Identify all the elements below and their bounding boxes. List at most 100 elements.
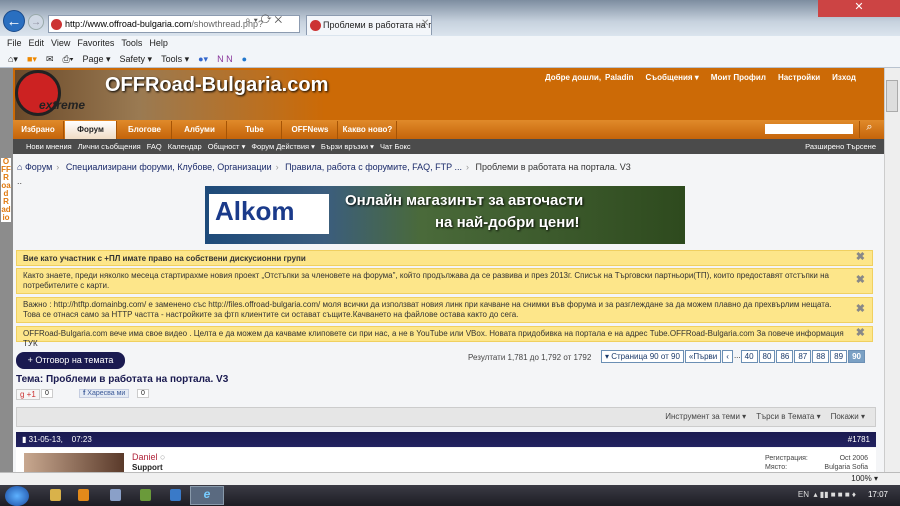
notice-text: OFFRoad-Bulgaria.com вече има свое видео… xyxy=(23,329,844,348)
page-link[interactable]: 89 xyxy=(830,350,848,363)
ad-banner[interactable]: Alkom Онлайн магазинът за авточасти на н… xyxy=(205,186,685,244)
system-tray[interactable]: EN ▴ ▮▮ ■ ■ ■ ♦ xyxy=(798,490,856,499)
sub-nav: Нови мнения Лични съобщения FAQ Календар Общ… xyxy=(13,139,884,154)
google-plus-button[interactable]: g +1 xyxy=(16,389,40,400)
private-messages-link[interactable]: Лични съобщения xyxy=(78,142,141,151)
prev-page-button[interactable]: ‹ xyxy=(722,350,733,363)
print-icon[interactable]: ⎙▾ xyxy=(62,54,73,64)
logo-subtext: extreme xyxy=(39,98,86,112)
user-avatar[interactable] xyxy=(24,453,124,472)
first-page-button[interactable]: «Първи xyxy=(684,350,722,363)
close-icon[interactable]: ✖ xyxy=(856,275,865,286)
close-icon[interactable]: ✖ xyxy=(856,252,865,263)
radio-label[interactable]: OFFRoadRadio xyxy=(1,158,11,222)
search-thread-menu[interactable]: Търси в Темата ▾ xyxy=(756,412,820,421)
messages-link[interactable]: Съобщения ▾ xyxy=(646,73,699,82)
username-link[interactable]: Paladin xyxy=(605,73,633,82)
rss-icon[interactable]: ■▾ xyxy=(27,54,37,64)
page-link[interactable]: 80 xyxy=(758,350,776,363)
safety-menu[interactable]: Safety ▾ xyxy=(120,54,153,64)
onenote-icon[interactable]: N N xyxy=(217,54,233,64)
zoom-level[interactable]: 100% xyxy=(851,474,871,483)
skype-icon[interactable]: ● xyxy=(242,54,247,64)
location-value: Bulgaria Sofia xyxy=(824,464,868,471)
mail-icon[interactable]: ✉ xyxy=(46,54,54,64)
new-posts-link[interactable]: Нови мнения xyxy=(26,142,72,151)
display-menu[interactable]: Покажи ▾ xyxy=(831,412,865,421)
settings-link[interactable]: Настройки xyxy=(778,73,820,82)
page-link[interactable]: 87 xyxy=(794,350,812,363)
logout-link[interactable]: Изход xyxy=(832,73,856,82)
app-icon[interactable] xyxy=(110,489,121,501)
media-player-icon[interactable] xyxy=(78,489,89,501)
menu-tools[interactable]: Tools xyxy=(121,36,142,51)
page-link[interactable]: 86 xyxy=(776,350,794,363)
post-number-link[interactable]: #1781 xyxy=(848,432,870,447)
browser-tab[interactable]: Проблеми в работата на п... xyxy=(306,15,432,35)
tab-featured[interactable]: Избрано xyxy=(13,121,64,139)
vertical-scrollbar[interactable] xyxy=(884,68,900,472)
tools-menu[interactable]: Tools ▾ xyxy=(161,54,189,64)
close-icon[interactable]: ✖ xyxy=(856,304,865,315)
tab-offnews[interactable]: OFFNews xyxy=(283,121,338,139)
menu-file[interactable]: File xyxy=(7,36,22,51)
post-username[interactable]: Daniel ○ xyxy=(132,452,165,462)
tab-close-icon[interactable]: ✕ xyxy=(421,18,429,29)
home-icon[interactable]: ⌂ xyxy=(17,162,22,172)
forward-button[interactable]: → xyxy=(28,14,44,30)
home-icon[interactable]: ⌂▾ xyxy=(8,54,18,64)
quick-links-menu[interactable]: Бързи връзки ▾ xyxy=(321,142,374,151)
search-icon[interactable]: ⌕ xyxy=(859,121,879,138)
tab-blogs[interactable]: Блогове xyxy=(118,121,172,139)
internet-explorer-taskbar-button[interactable]: e xyxy=(190,486,224,505)
chat-box-link[interactable]: Чат Бокс xyxy=(380,142,411,151)
breadcrumb-specialized[interactable]: Специализирани форуми, Клубове, Организа… xyxy=(66,162,272,172)
page-link[interactable]: 88 xyxy=(812,350,830,363)
menu-view[interactable]: View xyxy=(51,36,70,51)
back-button[interactable]: ← xyxy=(3,10,25,32)
tab-forum[interactable]: Форум xyxy=(65,121,117,139)
community-menu[interactable]: Общност ▾ xyxy=(208,142,246,151)
post-header: ▮ 31-05-13, 07:23 xyxy=(16,432,876,447)
explorer-icon[interactable] xyxy=(50,489,61,501)
tab-whats-new[interactable]: Какво ново? xyxy=(339,121,397,139)
breadcrumb-rules[interactable]: Правила, работа с форумите, FAQ, FTP ... xyxy=(285,162,462,172)
menu-help[interactable]: Help xyxy=(149,36,168,51)
page-jump-select[interactable]: ▾ Страница 90 от 90 xyxy=(601,350,684,363)
menu-edit[interactable]: Edit xyxy=(29,36,45,51)
reply-to-thread-button[interactable]: + Отговор на темата xyxy=(16,352,125,369)
logo-text: OFFRoad-Bulgaria.com xyxy=(105,74,329,96)
address-tools-icons[interactable]: ⌕▾⟳✕ xyxy=(245,15,285,26)
language-indicator[interactable]: EN xyxy=(798,490,809,499)
calendar-link[interactable]: Календар xyxy=(168,142,202,151)
menu-favorites[interactable]: Favorites xyxy=(77,36,114,51)
my-profile-link[interactable]: Моит Профил xyxy=(711,73,766,82)
window-close-button[interactable]: ✕ xyxy=(818,0,900,17)
start-button[interactable] xyxy=(5,486,29,506)
gplus-count: 0 xyxy=(41,389,53,398)
teamviewer-icon[interactable] xyxy=(170,489,181,501)
tab-tube[interactable]: Tube xyxy=(228,121,282,139)
search-input[interactable] xyxy=(765,124,853,134)
forum-actions-menu[interactable]: Форум Действия ▾ xyxy=(251,142,315,151)
help-icon[interactable]: ●▾ xyxy=(198,54,208,64)
page-menu[interactable]: Page ▾ xyxy=(82,54,110,64)
taskbar xyxy=(0,485,900,506)
command-bar: ⌂▾ ■▾ ✉ ⎙▾ Page ▾ Safety ▾ Tools ▾ ●▾ N N ● xyxy=(0,51,900,68)
faq-link[interactable]: FAQ xyxy=(147,142,162,151)
tab-favicon-icon xyxy=(310,20,321,31)
radio-sidebar[interactable] xyxy=(0,68,13,472)
thread-tools-menu[interactable]: Инструмент за теми ▾ xyxy=(665,412,746,421)
close-icon[interactable]: ✖ xyxy=(856,328,865,339)
page-link[interactable]: 40 xyxy=(740,350,758,363)
scrollbar-thumb[interactable] xyxy=(886,80,898,112)
facebook-like-button[interactable]: f Харесва ми xyxy=(79,389,130,398)
advanced-search-link[interactable]: Разширено Търсене xyxy=(805,139,876,154)
breadcrumb-forum[interactable]: Форум xyxy=(25,162,52,172)
post-date: 31-05-13, xyxy=(28,435,63,444)
clock[interactable]: 17:07 xyxy=(868,490,888,499)
app-icon[interactable] xyxy=(140,489,151,501)
url-domain: http://www.offroad-bulgaria.com xyxy=(65,19,192,29)
tab-albums[interactable]: Албуми xyxy=(173,121,227,139)
join-date-label: Регистрация: xyxy=(765,455,808,462)
